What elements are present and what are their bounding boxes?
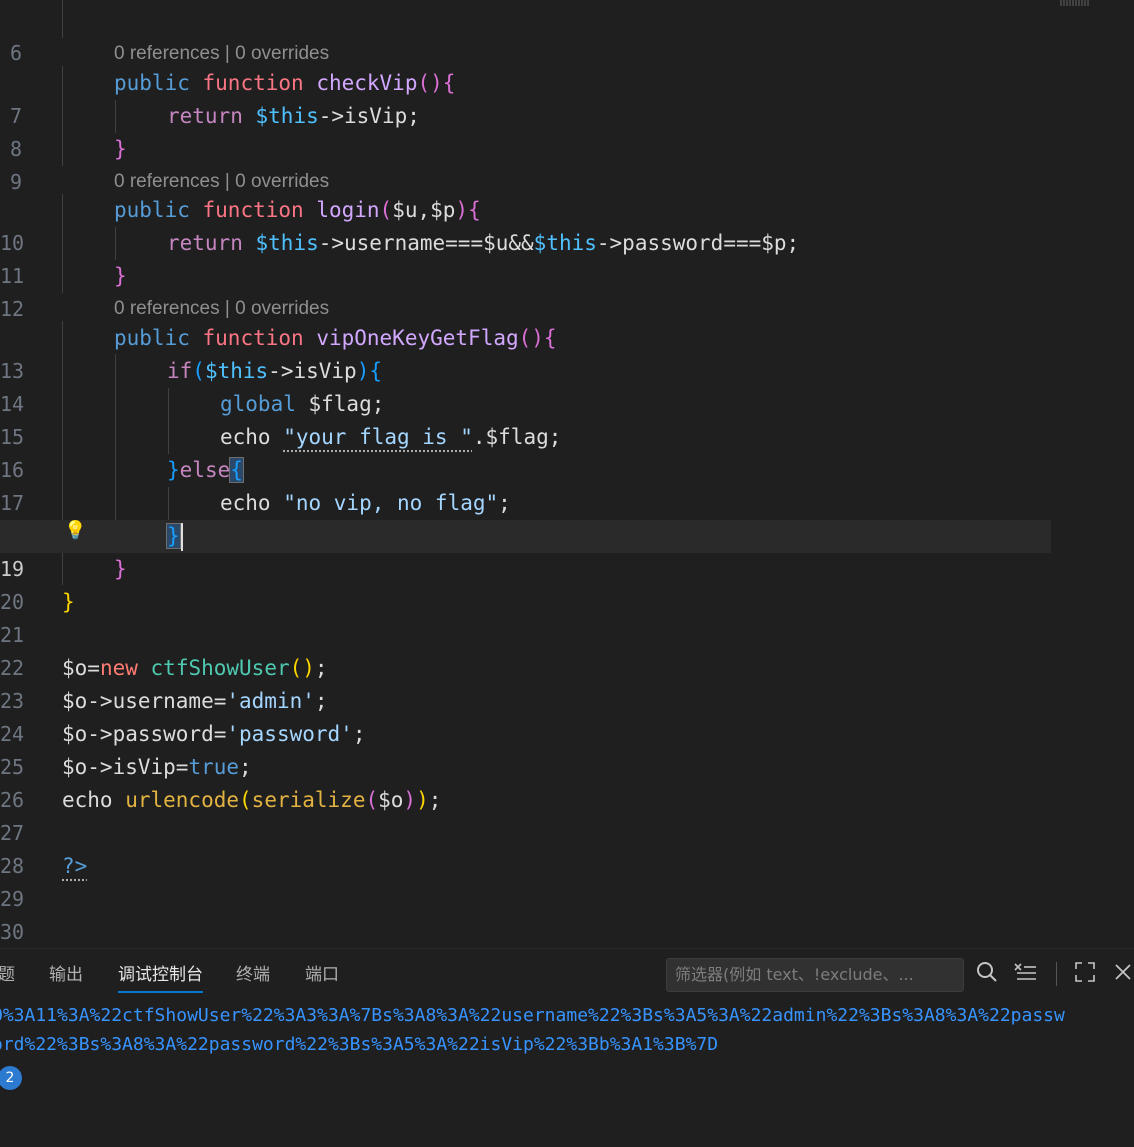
string-literal: 'password' [226, 722, 353, 746]
codelens[interactable]: 0 references | 0 overrides [114, 169, 329, 195]
code-line[interactable]: 28 [0, 817, 1134, 878]
code-text: $o->password= [62, 722, 227, 746]
keyword: echo [220, 491, 284, 515]
codelens[interactable]: 0 references | 0 overrides [114, 296, 329, 322]
tab-problems[interactable]: 题 [0, 949, 15, 1001]
variable: $this [255, 231, 319, 255]
search-icon[interactable] [974, 961, 1000, 987]
bracket-match: { [229, 457, 244, 483]
code-line[interactable]: 29 ?> [0, 850, 1134, 911]
keyword: function [202, 326, 304, 350]
function-call: serialize [251, 788, 366, 812]
string-literal: "no vip, no flag" [283, 491, 499, 515]
bracket-match: } [166, 523, 181, 549]
maximize-icon[interactable] [1072, 961, 1098, 987]
code-line[interactable]: 20 } [0, 553, 1134, 614]
code-editor[interactable]: 6 0 references | 0 overrides 7 public fu… [0, 0, 1134, 948]
variable: $this [204, 359, 269, 383]
code-line[interactable]: 23 $o=new ctfShowUser(); [0, 652, 1134, 713]
function-name: login [316, 198, 380, 222]
code-line[interactable]: 13 public function vipOneKeyGetFlag(){ [0, 322, 1134, 383]
code-line-current[interactable]: 19 } [0, 520, 1051, 581]
code-text: .$flag; [472, 425, 562, 449]
panel-tabs: 题 输出 调试控制台 终端 端口 筛选器(例如 text、!exclude、..… [0, 949, 1134, 1001]
code-text: ->isVip; [318, 104, 420, 128]
string-literal: 'admin' [226, 689, 315, 713]
boolean-literal: true [188, 755, 240, 779]
keyword: echo [62, 788, 126, 812]
keyword: return [167, 104, 243, 128]
code-line[interactable]: 21 } [0, 586, 1134, 647]
codelens[interactable]: 0 references | 0 overrides [114, 41, 329, 67]
code-line[interactable]: 31 [0, 916, 1134, 948]
tab-ports[interactable]: 端口 [305, 949, 339, 1001]
code-text: ->isVip [268, 359, 357, 383]
function-name: checkVip [316, 71, 418, 95]
keyword: return [167, 231, 243, 255]
code-line[interactable]: 11 return $this->username===$u&&$this->p… [0, 227, 1134, 288]
keyword: echo [220, 425, 284, 449]
code-line[interactable]: 8 return $this->isVip; [0, 100, 1134, 161]
function-call: urlencode [125, 788, 240, 812]
code-line[interactable]: 12 } [0, 260, 1134, 321]
variable: $this [255, 104, 319, 128]
code-line[interactable]: 16 echo "your flag is ".$flag; [0, 421, 1134, 482]
code-text: ->username===$u&& [318, 231, 534, 255]
keyword: public [114, 198, 190, 222]
code-line[interactable]: 14 if($this->isVip){ [0, 355, 1134, 416]
code-text: ->password===$p; [596, 231, 800, 255]
variable: $this [533, 231, 597, 255]
toolbar-divider [1056, 962, 1057, 986]
code-line[interactable]: 24 $o->username='admin'; [0, 685, 1134, 746]
function-name: vipOneKeyGetFlag [316, 326, 519, 350]
code-text: $o->username= [62, 689, 227, 713]
code-line[interactable]: 22 [0, 619, 1134, 680]
code-line[interactable]: 7 public function checkVip(){ [0, 67, 1134, 128]
console-output-line: ord%22%3Bs%3A8%3A%22password%22%3Bs%3A5%… [0, 1034, 719, 1055]
repeat-count-badge: 2 [0, 1066, 22, 1090]
code-line[interactable]: 6 [0, 4, 1134, 65]
code-line[interactable]: 30 [0, 883, 1134, 944]
console-output-line: O%3A11%3A%22ctfShowUser%22%3A3%3A%7Bs%3A… [0, 1005, 1065, 1026]
filter-input[interactable]: 筛选器(例如 text、!exclude、... [666, 958, 964, 992]
php-close-tag: ?> [62, 854, 88, 878]
lightbulb-icon[interactable]: 💡 [64, 520, 86, 542]
keyword: public [114, 326, 190, 350]
line-number: 6 [9, 41, 22, 65]
string-literal: "your flag is " [283, 425, 473, 449]
keyword: public [114, 71, 190, 95]
keyword: global [220, 392, 296, 416]
code-line[interactable]: 27 echo urlencode(serialize($o)); [0, 784, 1134, 845]
code-line[interactable]: 10 public function login($u,$p){ [0, 194, 1134, 255]
close-icon[interactable] [1110, 961, 1134, 987]
tab-terminal[interactable]: 终端 [236, 949, 270, 1001]
code-text: $o= [62, 656, 100, 680]
clear-output-icon[interactable] [1012, 961, 1038, 987]
code-text: $flag; [295, 392, 385, 416]
code-line[interactable]: 9 } [0, 133, 1134, 194]
code-line[interactable]: 18 echo "no vip, no flag"; [0, 487, 1134, 548]
keyword: if [167, 359, 193, 383]
variable: $o [378, 788, 404, 812]
text-cursor [180, 523, 183, 551]
code-line[interactable]: 17 }else{ [0, 454, 1134, 515]
keyword: new [99, 656, 138, 680]
code-line[interactable]: 26 $o->isVip=true; [0, 751, 1134, 812]
params: $u,$p [392, 198, 456, 222]
tab-output[interactable]: 输出 [49, 949, 83, 1001]
bottom-panel: 题 输出 调试控制台 终端 端口 筛选器(例如 text、!exclude、..… [0, 948, 1134, 1147]
code-line[interactable]: 25 $o->password='password'; [0, 718, 1134, 779]
class-name: ctfShowUser [150, 656, 290, 680]
keyword: function [202, 198, 304, 222]
keyword: else [179, 458, 231, 482]
code-line[interactable]: 15 global $flag; [0, 388, 1134, 449]
code-text: $o->isVip= [62, 755, 189, 779]
keyword: function [202, 71, 304, 95]
tab-debug-console[interactable]: 调试控制台 [118, 949, 203, 1001]
